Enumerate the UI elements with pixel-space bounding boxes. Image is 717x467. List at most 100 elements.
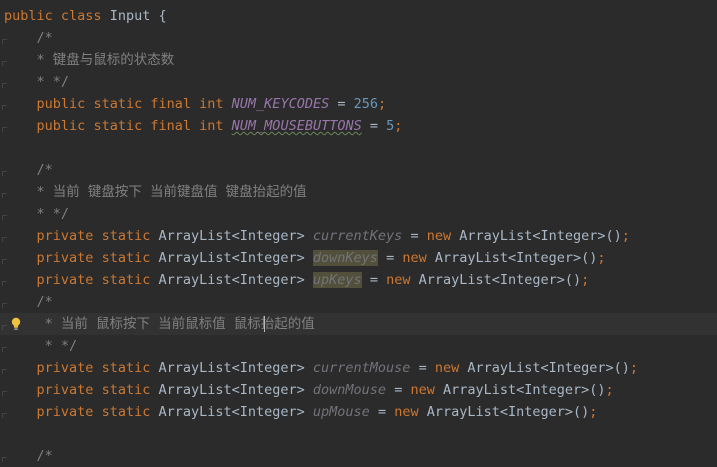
code-token: = (386, 382, 411, 398)
text-caret (264, 316, 265, 332)
code-text: * 当前 键盘按下 当前键盘值 键盘抬起的值 (4, 181, 307, 203)
code-text: private static ArrayList<Integer> curren… (4, 225, 630, 247)
code-text: /* (4, 159, 53, 181)
code-line[interactable]: public class Input { (0, 5, 717, 27)
code-token: ; (378, 96, 387, 112)
code-token: Input (109, 8, 151, 24)
code-line[interactable]: private static ArrayList<Integer> upKeys… (0, 269, 717, 291)
code-token: = (361, 118, 387, 134)
code-token: int (199, 96, 224, 112)
code-token: * 键盘与鼠标的状态数 (4, 52, 175, 68)
code-line[interactable]: /* (0, 159, 717, 181)
code-token: ArrayList<Integer> (150, 404, 313, 420)
code-token: NUM_MOUSEBUTTONS (231, 118, 362, 134)
code-token: public (36, 96, 86, 112)
code-editor[interactable]: public class Input { /* * 键盘与鼠标的状态数 * */… (0, 0, 717, 464)
code-line[interactable] (0, 423, 717, 445)
code-token: upKeys (312, 272, 362, 288)
code-token: static (101, 250, 151, 266)
code-line[interactable]: public static final int NUM_MOUSEBUTTONS… (0, 115, 717, 137)
code-line[interactable]: private static ArrayList<Integer> upMous… (0, 401, 717, 423)
lightbulb-icon[interactable] (11, 317, 21, 331)
code-token: = (369, 404, 395, 420)
code-token: 256 (353, 96, 378, 112)
code-text: * 当前 鼠标按下 当前鼠标值 鼠标抬起的值 (4, 313, 315, 335)
code-token: new (434, 360, 460, 376)
code-token: new (426, 228, 452, 244)
code-token: new (386, 272, 411, 288)
code-text: private static ArrayList<Integer> upKeys… (4, 269, 589, 291)
code-token: ; (621, 228, 630, 244)
code-token: NUM_KEYCODES (231, 96, 330, 112)
code-line[interactable]: * */ (0, 203, 717, 225)
code-token: ArrayList<Integer>() (459, 360, 630, 376)
code-token: public (4, 8, 53, 24)
code-token: final (150, 118, 191, 134)
code-token: /* (4, 30, 53, 46)
code-token: static (93, 96, 143, 112)
code-text: /* (4, 291, 53, 313)
code-line[interactable]: * */ (0, 71, 717, 93)
code-token: class (60, 8, 102, 24)
code-line-current[interactable]: * 当前 鼠标按下 当前鼠标值 鼠标抬起的值 (0, 313, 717, 335)
code-token: ; (597, 250, 606, 266)
code-token: ArrayList<Integer> (150, 272, 313, 288)
code-token: ; (394, 118, 403, 134)
code-token: static (101, 404, 151, 420)
code-token: int (199, 118, 224, 134)
code-token: ; (581, 272, 590, 288)
code-token: private (36, 272, 94, 288)
code-line[interactable]: private static ArrayList<Integer> curren… (0, 357, 717, 379)
code-token: downKeys (312, 250, 378, 266)
code-token: private (36, 228, 94, 244)
code-token: = (410, 360, 435, 376)
code-line[interactable]: public static final int NUM_KEYCODES = 2… (0, 93, 717, 115)
code-line[interactable]: /* (0, 291, 717, 313)
code-line[interactable] (0, 137, 717, 159)
code-line[interactable]: * */ (0, 335, 717, 357)
code-text: /* (4, 27, 53, 49)
code-line[interactable]: /* (0, 27, 717, 49)
code-token: private (36, 360, 94, 376)
code-token: ; (589, 404, 598, 420)
code-token: static (101, 228, 151, 244)
code-text: private static ArrayList<Integer> upMous… (4, 401, 598, 423)
code-token: static (101, 382, 151, 398)
code-token: /* (4, 162, 53, 178)
code-token: ; (629, 360, 639, 376)
code-text: public class Input { (4, 5, 167, 27)
code-line[interactable]: private static ArrayList<Integer> downMo… (0, 379, 717, 401)
code-token: ArrayList<Integer>() (418, 404, 590, 420)
code-text: * */ (4, 203, 70, 225)
code-token: final (150, 96, 191, 112)
code-text: private static ArrayList<Integer> curren… (4, 357, 639, 379)
code-token: * 当前 键盘按下 当前键盘值 键盘抬起的值 (4, 184, 307, 200)
code-line[interactable]: * 键盘与鼠标的状态数 (0, 49, 717, 71)
code-token: ArrayList<Integer> (150, 382, 313, 398)
code-token: ; (605, 382, 614, 398)
code-token: * */ (4, 206, 70, 222)
code-line[interactable]: private static ArrayList<Integer> curren… (0, 225, 717, 247)
code-text: * */ (4, 335, 78, 357)
code-line[interactable]: * 当前 键盘按下 当前键盘值 键盘抬起的值 (0, 181, 717, 203)
code-token: new (410, 382, 435, 398)
code-text: public static final int NUM_MOUSEBUTTONS… (4, 115, 403, 137)
code-token: ArrayList<Integer>() (434, 382, 606, 398)
code-token: static (93, 118, 143, 134)
code-line[interactable]: private static ArrayList<Integer> downKe… (0, 247, 717, 269)
code-token: ArrayList<Integer> (150, 228, 313, 244)
code-line[interactable]: /* (0, 445, 717, 467)
